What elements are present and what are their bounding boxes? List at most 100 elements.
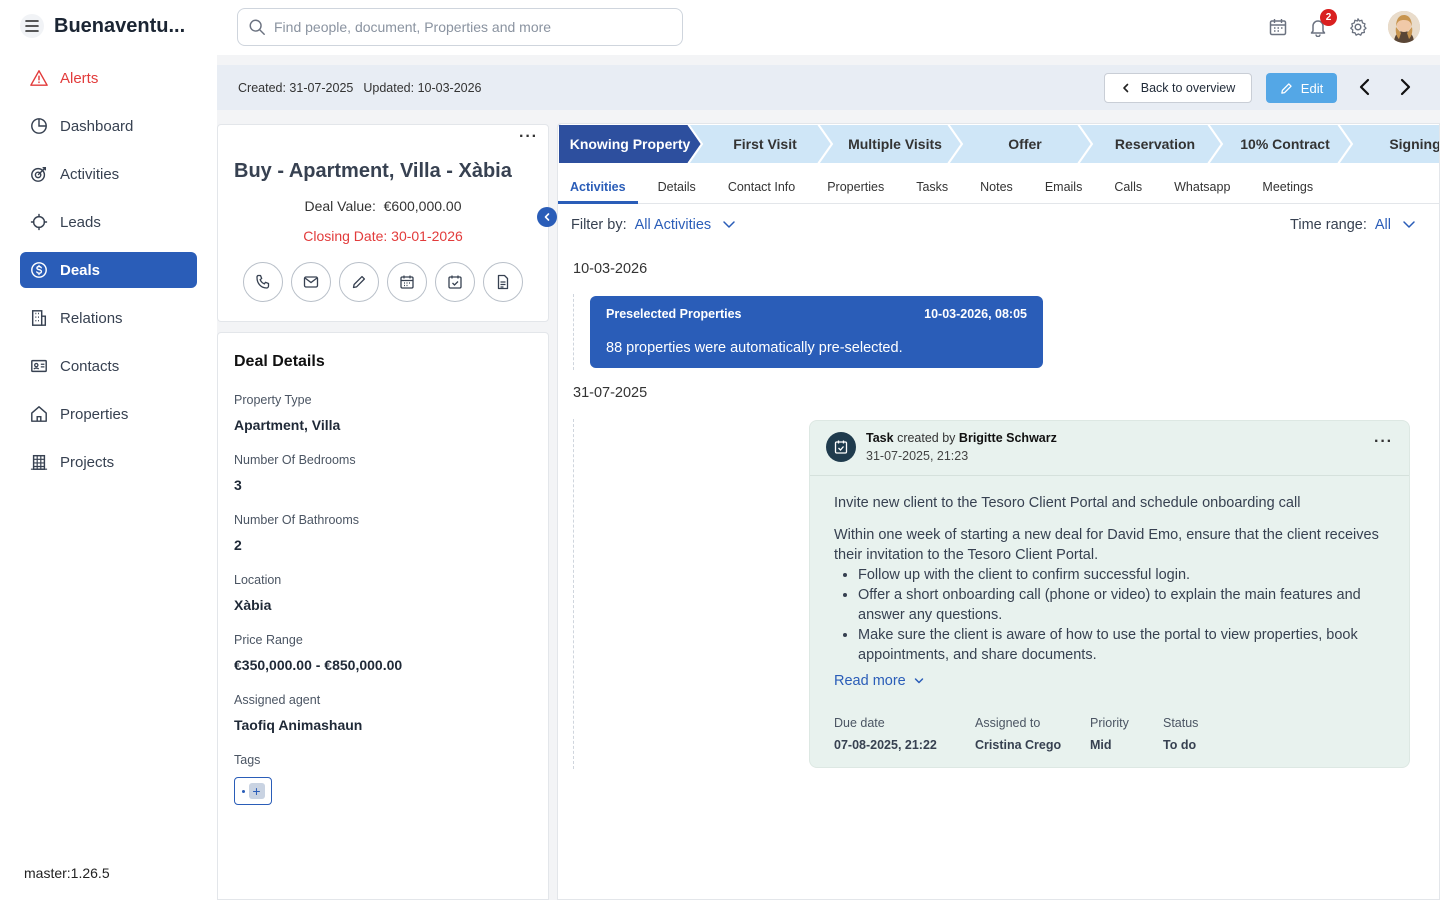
calendar-icon: [400, 275, 414, 289]
field-value: Taofiq Animashaun: [234, 717, 363, 733]
closing-date-label: Closing Date:: [303, 228, 388, 244]
deal-value-amount: €600,000.00: [383, 198, 462, 214]
task-bullet: Follow up with the client to confirm suc…: [858, 565, 1394, 585]
sidebar-item-label: Alerts: [60, 69, 99, 87]
stage-label: Offer: [1008, 136, 1042, 152]
gear-icon[interactable]: [1348, 17, 1368, 37]
task-card[interactable]: Task created by Brigitte Schwarz 31-07-2…: [809, 420, 1410, 768]
stage-signing[interactable]: Signing: [1338, 124, 1440, 164]
tab-meetings[interactable]: Meetings: [1250, 171, 1325, 203]
task-body: Invite new client to the Tesoro Client P…: [834, 493, 1394, 665]
stage-knowing-property[interactable]: Knowing Property: [558, 124, 702, 164]
phone-icon: [256, 274, 270, 289]
stage-multiple-visits[interactable]: Multiple Visits: [818, 124, 962, 164]
chevron-down-icon: [723, 221, 735, 228]
sidebar-item-leads[interactable]: Leads: [20, 204, 197, 240]
field-label: Price Range: [234, 633, 303, 647]
tab-tasks[interactable]: Tasks: [904, 171, 960, 203]
tab-whatsapp[interactable]: Whatsapp: [1162, 171, 1242, 203]
email-button[interactable]: [291, 262, 331, 302]
sidebar-item-contacts[interactable]: Contacts: [20, 348, 197, 384]
deal-details-panel: Deal Details Property Type Apartment, Vil…: [217, 332, 549, 900]
stage-offer[interactable]: Offer: [948, 124, 1092, 164]
previous-deal-icon[interactable]: [1358, 77, 1372, 97]
avatar[interactable]: [1388, 11, 1420, 43]
meeting-button[interactable]: [387, 262, 427, 302]
stage-first-visit[interactable]: First Visit: [688, 124, 832, 164]
field-tags: Tags +: [234, 753, 272, 805]
meta-label: Priority: [1090, 716, 1129, 730]
stage-label: Multiple Visits: [848, 136, 942, 152]
main-content: Created: 31-07-2025 Updated: 10-03-2026 …: [217, 55, 1440, 900]
field-label: Number Of Bathrooms: [234, 513, 360, 527]
field-label: Tags: [234, 753, 261, 767]
tab-details[interactable]: Details: [646, 171, 708, 203]
meta-value: Cristina Crego: [975, 738, 1062, 752]
deals-icon: [31, 262, 47, 278]
tab-contact-info[interactable]: Contact Info: [716, 171, 807, 203]
sidebar-item-label: Deals: [60, 261, 101, 279]
tab-calls[interactable]: Calls: [1102, 171, 1154, 203]
field-value: €350,000.00 - €850,000.00: [234, 657, 403, 673]
stage-label: Signing: [1389, 136, 1440, 152]
card-datetime: 10-03-2026, 08:05: [924, 307, 1027, 321]
field-bedrooms: Number Of Bedrooms 3: [234, 453, 356, 493]
edit-button[interactable]: Edit: [1266, 73, 1337, 103]
sidebar-item-projects[interactable]: Projects: [20, 444, 197, 480]
deal-title: Buy - Apartment, Villa - Xàbia: [234, 160, 512, 182]
activity-filter[interactable]: Filter by: All Activities: [571, 217, 741, 233]
sidebar-item-properties[interactable]: Properties: [20, 396, 197, 432]
read-more-link[interactable]: Read more: [834, 673, 924, 689]
sidebar-item-activities[interactable]: Activities: [20, 156, 197, 192]
tab-notes[interactable]: Notes: [968, 171, 1025, 203]
timeline-date: 31-07-2025: [573, 385, 648, 401]
back-to-overview-button[interactable]: Back to overview: [1104, 73, 1252, 103]
sidebar-item-relations[interactable]: Relations: [20, 300, 197, 336]
task-status: Status To do: [1163, 716, 1198, 752]
chevron-down-icon: [914, 678, 923, 684]
timeline-date: 10-03-2026: [573, 261, 648, 277]
collapse-panel-button[interactable]: [537, 207, 557, 227]
field-label: Location: [234, 573, 282, 587]
timeline-line: [573, 419, 574, 769]
task-button[interactable]: [435, 262, 475, 302]
app-title: Buenaventu...: [54, 14, 186, 37]
stage-label: 10% Contract: [1240, 136, 1330, 152]
call-button[interactable]: [243, 262, 283, 302]
notifications-button[interactable]: 2: [1308, 9, 1337, 37]
preselected-properties-card[interactable]: Preselected Properties 10-03-2026, 08:05…: [590, 296, 1043, 368]
add-tag-button[interactable]: +: [234, 777, 272, 805]
top-icons: 2: [1268, 9, 1420, 43]
tab-emails[interactable]: Emails: [1033, 171, 1095, 203]
note-button[interactable]: [339, 262, 379, 302]
topbar: 2: [217, 0, 1440, 55]
stage-10-contract[interactable]: 10% Contract: [1208, 124, 1352, 164]
filter-label: Filter by:: [571, 217, 627, 233]
sidebar-item-deals[interactable]: Deals: [20, 252, 197, 288]
tab-properties[interactable]: Properties: [815, 171, 896, 203]
document-button[interactable]: [483, 262, 523, 302]
projects-icon: [30, 454, 48, 470]
search-box[interactable]: [237, 8, 683, 46]
menu-icon[interactable]: [20, 14, 44, 38]
more-options-icon[interactable]: ···: [519, 128, 538, 146]
sidebar-item-dashboard[interactable]: Dashboard: [20, 108, 197, 144]
relations-icon: [31, 310, 47, 326]
activities-icon: [31, 166, 47, 182]
tab-activities[interactable]: Activities: [558, 171, 638, 204]
version-label: master:1.26.5: [24, 865, 110, 881]
properties-icon: [31, 406, 47, 422]
sidebar-item-alerts[interactable]: Alerts: [20, 60, 197, 96]
more-options-icon[interactable]: ···: [1374, 433, 1393, 451]
contacts-icon: [31, 359, 47, 373]
stage-reservation[interactable]: Reservation: [1078, 124, 1222, 164]
mail-icon: [303, 276, 319, 288]
tag-dot: [241, 789, 245, 793]
time-range-filter[interactable]: Time range: All: [1290, 217, 1421, 233]
field-location: Location Xàbia: [234, 573, 281, 613]
search-input[interactable]: [274, 19, 654, 35]
next-deal-icon[interactable]: [1398, 77, 1412, 97]
deal-details-heading: Deal Details: [234, 353, 325, 370]
meta-label: Assigned to: [975, 716, 1041, 730]
calendar-icon[interactable]: [1268, 17, 1288, 37]
